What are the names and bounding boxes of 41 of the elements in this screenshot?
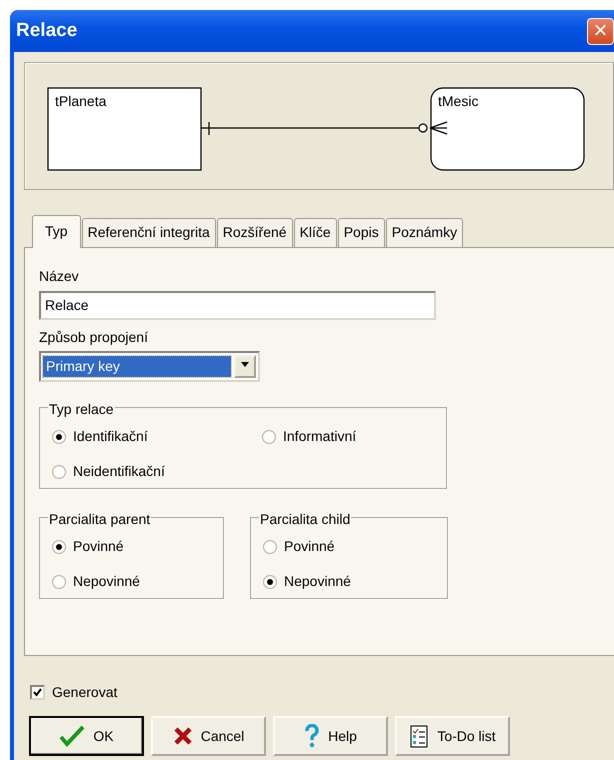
entity-box[interactable] bbox=[47, 87, 202, 171]
relationship-line[interactable] bbox=[200, 121, 448, 136]
radio-button[interactable] bbox=[52, 540, 66, 554]
radio-button[interactable] bbox=[52, 430, 66, 444]
window-title: Relace bbox=[16, 18, 78, 43]
option-label: Identifikační bbox=[73, 427, 148, 446]
entity-name: tMesic bbox=[438, 93, 478, 109]
name-field[interactable]: Relace bbox=[39, 290, 436, 320]
checkbox[interactable] bbox=[30, 685, 45, 700]
checklist-icon bbox=[409, 723, 430, 749]
dialog-button[interactable]: Cancel bbox=[151, 716, 266, 756]
entity-name: tPlaneta bbox=[55, 93, 106, 109]
close-icon bbox=[172, 726, 193, 746]
dialog-button[interactable]: OK bbox=[29, 716, 144, 756]
question-mark-icon bbox=[304, 724, 320, 748]
radio-button[interactable] bbox=[263, 540, 277, 554]
tab[interactable]: Rozšířené bbox=[216, 218, 293, 247]
tab[interactable]: Poznámky bbox=[386, 218, 464, 247]
option-label: Neidentifikační bbox=[73, 462, 165, 481]
option-label: Povinné bbox=[73, 537, 124, 556]
radio-button[interactable] bbox=[52, 574, 66, 588]
radio-button[interactable] bbox=[262, 430, 276, 444]
entity-box[interactable] bbox=[430, 87, 585, 171]
selected-value: Primary key bbox=[43, 356, 230, 377]
radio-button[interactable] bbox=[52, 464, 66, 478]
field-label: Název bbox=[39, 267, 80, 286]
option-label: Povinné bbox=[284, 537, 335, 556]
tab[interactable]: Klíče bbox=[294, 218, 337, 247]
tab[interactable]: Typ bbox=[32, 215, 81, 248]
join-dropdown[interactable]: Primary key bbox=[39, 351, 260, 382]
option-label: Informativní bbox=[283, 427, 356, 446]
dialog-button[interactable]: Help bbox=[273, 716, 388, 756]
field-label: Způsob propojení bbox=[39, 328, 149, 347]
dialog-button[interactable]: To-Do list bbox=[395, 716, 510, 756]
option-label: Nepovinné bbox=[73, 572, 140, 591]
radio-button[interactable] bbox=[263, 574, 277, 588]
tab[interactable]: Referenční integrita bbox=[82, 218, 216, 247]
tab[interactable]: Popis bbox=[338, 218, 385, 247]
check-icon bbox=[59, 725, 86, 747]
option-label: Nepovinné bbox=[284, 572, 351, 591]
checkbox-label: Generovat bbox=[52, 683, 118, 702]
